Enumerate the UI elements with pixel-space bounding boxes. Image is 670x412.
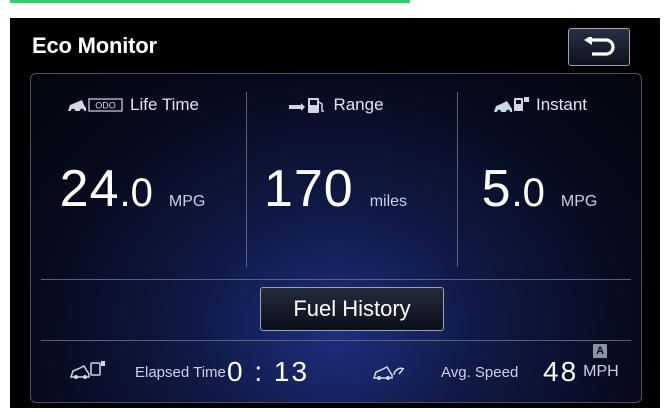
mph-label: MPH (583, 363, 619, 380)
life-time-value: 24 (59, 160, 120, 218)
instant-metric: Instant 5 .0 MPG (438, 74, 641, 279)
page-title: Eco Monitor (32, 33, 157, 58)
auto-badge: A (593, 344, 608, 358)
eco-monitor-screen: Eco Monitor ODO Life Time 24 .0 MPG Rang… (10, 18, 660, 408)
elapsed-time-label: Elapsed Time (135, 364, 226, 381)
avg-speed-unit: A MPH (583, 344, 619, 381)
fuel-history-button[interactable]: Fuel History (260, 287, 444, 331)
life-time-unit: MPG (168, 193, 206, 210)
elapsed-time-value: 0 : 13 (227, 356, 310, 387)
instant-decimal: .0 (511, 171, 545, 215)
range-metric: Range 170 miles (234, 74, 437, 279)
divider (41, 279, 631, 280)
odo-car-icon: ODO (66, 96, 124, 114)
fuel-pump-icon (287, 95, 327, 115)
range-label: Range (333, 95, 384, 114)
instant-unit: MPG (560, 193, 598, 210)
eco-panel: ODO Life Time 24 .0 MPG Range 170 miles … (30, 73, 642, 403)
divider (41, 340, 631, 341)
svg-text:ODO: ODO (95, 101, 116, 111)
top-accent-line (10, 0, 410, 3)
instant-label: Instant (535, 95, 588, 114)
life-time-label: Life Time (130, 95, 199, 114)
return-arrow-icon (582, 37, 616, 57)
range-value: 170 (263, 160, 354, 218)
instant-value: 5 (481, 160, 512, 218)
back-button[interactable] (568, 28, 630, 66)
avg-speed-label: Avg. Speed (441, 364, 519, 381)
life-time-metric: ODO Life Time 24 .0 MPG (31, 74, 234, 279)
car-speed-icon (372, 359, 406, 381)
range-unit: miles (369, 193, 408, 210)
car-fuel-icon (69, 358, 107, 380)
life-time-decimal: .0 (119, 171, 153, 215)
avg-speed-value: 48 (543, 356, 579, 387)
trip-info-bar: Elapsed Time 0 : 13 Avg. Speed 48 A MPH (31, 344, 641, 402)
car-fuel-icon (492, 95, 530, 115)
